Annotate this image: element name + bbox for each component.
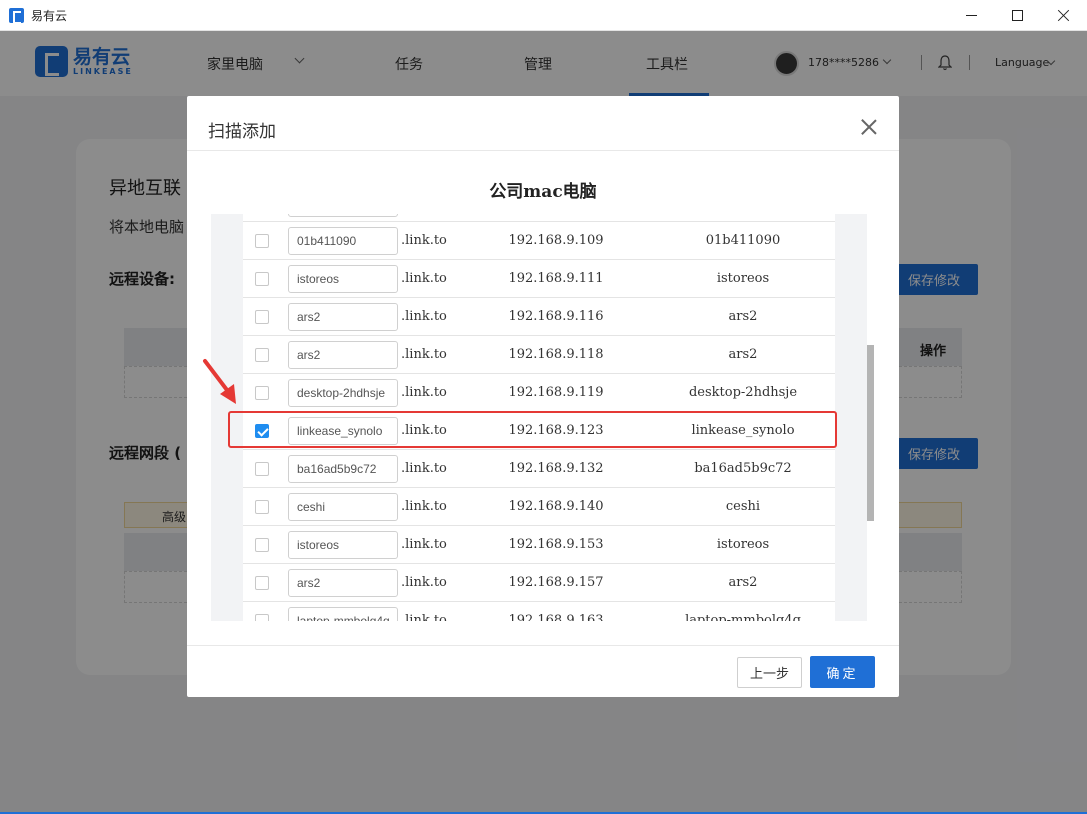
device-row[interactable]: desktop-2hdhsje .link.to 192.168.9.119 desk… [243,374,835,412]
device-name-input[interactable]: ars2 [288,303,398,331]
device-name-input[interactable]: ars2 [288,341,398,369]
device-name-input[interactable]: ars2 [288,569,398,597]
close-window-button[interactable] [1040,0,1086,31]
row-checkbox[interactable] [255,310,269,324]
row-checkbox[interactable] [255,576,269,590]
device-name-input[interactable]: ceshi [288,493,398,521]
row-checkbox[interactable] [255,614,269,621]
arrow-icon [203,359,236,404]
device-row[interactable]: istoreos .link.to 192.168.9.111 istoreos [243,260,835,298]
ip-address: 192.168.9.132 [508,461,604,476]
device-name-input[interactable]: desktop-2hdhsje [288,379,398,407]
ip-address: 192.168.9.118 [508,347,604,362]
device-name-input[interactable]: laptop-mmbolg4g [288,607,398,621]
divider [187,150,899,151]
domain-suffix: .link.to [401,271,447,286]
domain-suffix: .link.to [401,385,447,400]
scan-add-dialog: 扫描添加 公司mac电脑 01b411090 .link.to 192.168.9.… [187,96,899,697]
row-checkbox[interactable] [255,234,269,248]
domain-suffix: .link.to [401,537,447,552]
ip-address: 192.168.9.116 [508,309,604,324]
dialog-title: 扫描添加 [208,122,276,142]
device-name-input[interactable]: 01b411090 [288,227,398,255]
device-name-input[interactable]: ba16ad5b9c72 [288,455,398,483]
divider [187,645,899,646]
domain-suffix: .link.to [401,613,447,621]
domain-suffix: .link.to [401,499,447,514]
hostname: ceshi [725,499,761,514]
close-icon[interactable] [861,119,877,135]
app-icon [9,8,24,24]
device-name-input[interactable]: istoreos [288,265,398,293]
dialog-subtitle: 公司mac电脑 [489,182,597,202]
maximize-button[interactable] [994,0,1040,31]
device-name-input[interactable]: istoreos [288,531,398,559]
device-row[interactable]: ceshi .link.to 192.168.9.140 ceshi [243,488,835,526]
domain-suffix: .link.to [401,309,447,324]
scrollbar[interactable] [867,345,874,521]
device-row[interactable] [243,214,835,222]
ip-address: 192.168.9.111 [508,271,604,286]
domain-suffix: .link.to [401,461,447,476]
ip-address: 192.168.9.140 [508,499,604,514]
hostname: laptop-mmbolg4g [685,613,801,621]
window-title: 易有云 [31,9,68,23]
close-icon [1057,9,1070,22]
minimize-icon [965,15,977,16]
row-checkbox[interactable] [255,538,269,552]
domain-suffix: .link.to [401,233,447,248]
hostname: ars2 [728,309,758,324]
ip-address: 192.168.9.157 [508,575,604,590]
ip-address: 192.168.9.163 [508,613,604,621]
hostname: 01b411090 [705,233,781,248]
device-row[interactable]: ars2 .link.to 192.168.9.118 ars2 [243,336,835,374]
row-checkbox[interactable] [255,272,269,286]
minimize-button[interactable] [948,0,994,31]
hostname: ba16ad5b9c72 [694,461,792,476]
hostname: istoreos [716,271,770,286]
ip-address: 192.168.9.153 [508,537,604,552]
row-checkbox[interactable] [255,462,269,476]
hostname: ars2 [728,575,758,590]
row-checkbox[interactable] [255,348,269,362]
hostname: ars2 [728,347,758,362]
device-name-input[interactable] [288,214,398,217]
domain-suffix: .link.to [401,347,447,362]
hostname: desktop-2hdhsje [688,385,798,400]
hostname: istoreos [716,537,770,552]
maximize-icon [1011,10,1023,21]
ip-address: 192.168.9.119 [508,385,604,400]
confirm-button[interactable]: 确定 [810,656,875,688]
row-checkbox[interactable] [255,500,269,514]
window-titlebar: 易有云 [0,0,1087,31]
previous-step-button[interactable]: 上一步 [737,657,802,688]
device-row[interactable]: 01b411090 .link.to 192.168.9.109 01b411090 [243,222,835,260]
device-row[interactable]: ba16ad5b9c72 .link.to 192.168.9.132 ba16ad5… [243,450,835,488]
device-row[interactable]: laptop-mmbolg4g .link.to 192.168.9.163 lapt… [243,602,835,621]
device-row[interactable]: ars2 .link.to 192.168.9.116 ars2 [243,298,835,336]
highlight-box [228,411,837,448]
row-checkbox[interactable] [255,386,269,400]
ip-address: 192.168.9.109 [508,233,604,248]
domain-suffix: .link.to [401,575,447,590]
device-row[interactable]: ars2 .link.to 192.168.9.157 ars2 [243,564,835,602]
device-row[interactable]: istoreos .link.to 192.168.9.153 istoreos [243,526,835,564]
